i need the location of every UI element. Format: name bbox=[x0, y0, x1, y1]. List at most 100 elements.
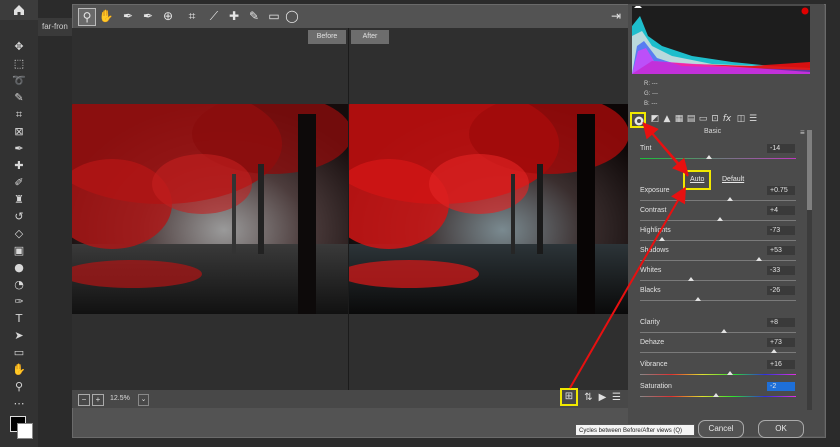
frame-icon[interactable]: ⊠ bbox=[12, 125, 26, 139]
targeted-adjustment-icon[interactable]: ⊕ bbox=[160, 8, 176, 24]
slider-thumb-whites[interactable] bbox=[688, 277, 695, 281]
slider-value-exposure[interactable]: +0.75 bbox=[767, 186, 795, 195]
slider-thumb-dehaze[interactable] bbox=[771, 349, 778, 353]
white-balance-icon[interactable]: ✒ bbox=[120, 8, 136, 24]
presets-icon[interactable]: ☰ bbox=[748, 114, 758, 124]
crop-icon[interactable]: ⌗ bbox=[12, 108, 26, 122]
slider-value-highlights[interactable]: -73 bbox=[767, 226, 795, 235]
copy-settings-icon[interactable]: ▶ bbox=[596, 391, 609, 404]
split-view-icon: ⊞ bbox=[564, 391, 574, 402]
adjustment-brush-icon[interactable]: ✎ bbox=[246, 8, 262, 24]
zoom-tool-icon[interactable]: ⚲ bbox=[78, 8, 96, 26]
blur-icon[interactable]: ● bbox=[12, 261, 26, 275]
tone-curve-icon[interactable]: ◩ bbox=[650, 114, 660, 124]
open-preferences-icon[interactable]: ⇥ bbox=[608, 8, 624, 24]
effects-icon[interactable]: ⊡ bbox=[710, 114, 720, 124]
slider-label-whites: Whites bbox=[640, 267, 662, 274]
slider-value-dehaze[interactable]: +73 bbox=[767, 338, 795, 347]
slider-thumb-clarity[interactable] bbox=[721, 329, 728, 333]
home-icon[interactable] bbox=[12, 3, 26, 17]
brush-icon[interactable]: ✐ bbox=[12, 176, 26, 190]
background-color-swatch[interactable] bbox=[17, 423, 33, 439]
zoom-level[interactable]: 12.5% bbox=[110, 394, 130, 404]
document-tab[interactable]: far-fron bbox=[38, 18, 76, 36]
slider-thumb-highlights[interactable] bbox=[658, 237, 665, 241]
marquee-icon[interactable]: ⬚ bbox=[12, 57, 26, 71]
slider-value-tint[interactable]: -14 bbox=[767, 144, 795, 153]
graduated-filter-icon[interactable]: ▭ bbox=[266, 8, 282, 24]
eyedropper-icon[interactable]: ✒ bbox=[12, 142, 26, 156]
rectangle-icon[interactable]: ▭ bbox=[12, 346, 26, 360]
panel-scrollbar-thumb[interactable] bbox=[807, 130, 812, 210]
slider-value-contrast[interactable]: +4 bbox=[767, 206, 795, 215]
ok-button[interactable]: OK bbox=[758, 420, 804, 438]
slider-value-vibrance[interactable]: +16 bbox=[767, 360, 795, 369]
lens-corrections-icon[interactable]: ▭ bbox=[698, 114, 708, 124]
histogram bbox=[632, 6, 810, 74]
gradient-icon[interactable]: ▣ bbox=[12, 244, 26, 258]
slider-label-clarity: Clarity bbox=[640, 319, 660, 326]
tooltip: Cycles between Before/After views (Q) bbox=[575, 424, 695, 436]
healing-icon[interactable]: ✚ bbox=[12, 159, 26, 173]
slider-track-vibrance[interactable] bbox=[640, 374, 796, 375]
preview-preferences-icon[interactable]: ☰ bbox=[610, 391, 623, 404]
zoom-icon[interactable]: ⚲ bbox=[12, 380, 26, 394]
slider-track-clarity[interactable] bbox=[640, 332, 796, 333]
fx-icon[interactable]: fx bbox=[722, 114, 732, 124]
slider-thumb-exposure[interactable] bbox=[727, 197, 734, 201]
color-sampler-icon[interactable]: ✒ bbox=[140, 8, 156, 24]
eraser-icon[interactable]: ◇ bbox=[12, 227, 26, 241]
rgb-readout-r: R: --- bbox=[644, 81, 658, 87]
slider-value-whites[interactable]: -33 bbox=[767, 266, 795, 275]
pen-icon[interactable]: ✑ bbox=[12, 295, 26, 309]
slider-thumb-saturation[interactable] bbox=[713, 393, 720, 397]
zoom-out-button[interactable]: − bbox=[78, 394, 90, 406]
zoom-dropdown-icon[interactable]: ⌄ bbox=[138, 394, 149, 406]
hand-tool-icon[interactable]: ✋ bbox=[98, 8, 114, 24]
slider-thumb-tint[interactable] bbox=[705, 155, 712, 159]
slider-value-clarity[interactable]: +8 bbox=[767, 318, 795, 327]
straighten-icon[interactable]: ⟋ bbox=[206, 8, 222, 24]
default-button[interactable]: Default bbox=[722, 176, 744, 183]
panel-menu-icon[interactable]: ≡ bbox=[800, 128, 805, 137]
before-after-divider bbox=[348, 28, 349, 390]
split-toning-icon[interactable]: ▤ bbox=[686, 114, 696, 124]
type-icon[interactable]: T bbox=[12, 312, 26, 326]
more-icon[interactable]: ⋯ bbox=[12, 397, 26, 411]
slider-value-saturation[interactable]: -2 bbox=[767, 382, 795, 391]
hsl-icon[interactable]: ▦ bbox=[674, 114, 684, 124]
crop-tool-icon[interactable]: ⌗ bbox=[184, 8, 200, 24]
basic-panel-tab[interactable] bbox=[630, 112, 646, 128]
slider-track-exposure[interactable] bbox=[640, 200, 796, 201]
move-icon[interactable]: ✥ bbox=[12, 40, 26, 54]
slider-thumb-shadows[interactable] bbox=[755, 257, 762, 261]
slider-thumb-vibrance[interactable] bbox=[727, 371, 734, 375]
cancel-button[interactable]: Cancel bbox=[698, 420, 744, 438]
dodge-icon[interactable]: ◔ bbox=[12, 278, 26, 292]
slider-thumb-contrast[interactable] bbox=[716, 217, 723, 221]
slider-track-blacks[interactable] bbox=[640, 300, 796, 301]
detail-icon[interactable]: ▲ bbox=[662, 114, 672, 124]
radial-filter-icon[interactable]: ◯ bbox=[284, 8, 300, 24]
hand-icon[interactable]: ✋ bbox=[12, 363, 26, 377]
slider-thumb-blacks[interactable] bbox=[694, 297, 701, 301]
slider-label-highlights: Highlights bbox=[640, 227, 671, 234]
quick-select-icon[interactable]: ✎ bbox=[12, 91, 26, 105]
stamp-icon[interactable]: ♜ bbox=[12, 193, 26, 207]
spot-removal-icon[interactable]: ✚ bbox=[226, 8, 242, 24]
slider-label-exposure: Exposure bbox=[640, 187, 670, 194]
zoom-in-button[interactable]: + bbox=[92, 394, 104, 406]
auto-button[interactable]: Auto bbox=[690, 176, 704, 183]
history-brush-icon[interactable]: ↺ bbox=[12, 210, 26, 224]
path-select-icon[interactable]: ➤ bbox=[12, 329, 26, 343]
slider-value-blacks[interactable]: -26 bbox=[767, 286, 795, 295]
before-after-toggle-button[interactable]: ⊞ bbox=[560, 388, 578, 406]
slider-track-tint[interactable] bbox=[640, 158, 796, 159]
slider-label-shadows: Shadows bbox=[640, 247, 669, 254]
lasso-icon[interactable]: ➰ bbox=[12, 74, 26, 88]
slider-track-shadows[interactable] bbox=[640, 260, 796, 261]
slider-value-shadows[interactable]: +53 bbox=[767, 246, 795, 255]
calibration-icon[interactable]: ◫ bbox=[736, 114, 746, 124]
swap-settings-icon[interactable]: ⇅ bbox=[582, 391, 595, 404]
slider-track-whites[interactable] bbox=[640, 280, 796, 281]
